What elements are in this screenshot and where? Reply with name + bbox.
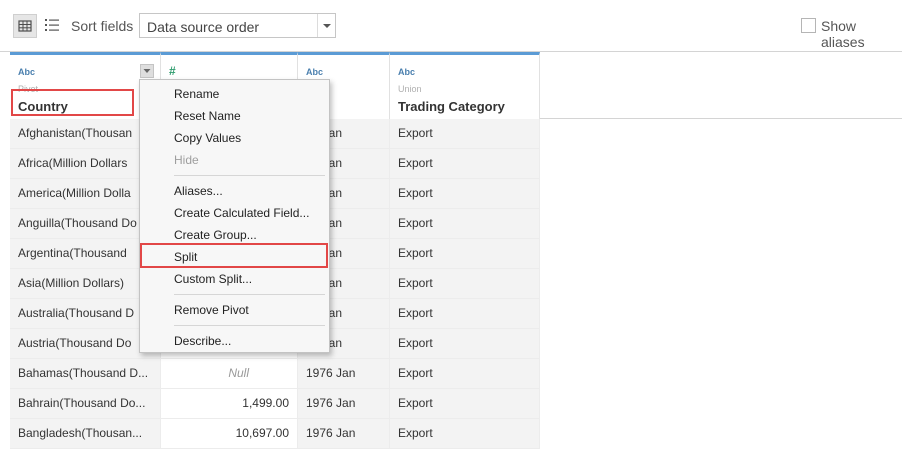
menu-item-reset-name[interactable]: Reset Name — [174, 109, 241, 123]
menu-item-describe[interactable]: Describe... — [174, 334, 231, 348]
category-cell: Export — [390, 359, 540, 389]
category-cell: Export — [390, 389, 540, 419]
category-cell: Export — [390, 239, 540, 269]
date-cell: 1976 Jan — [298, 389, 390, 419]
category-cell: Export — [390, 419, 540, 449]
table-row[interactable]: Bangladesh(Thousan... 10,697.00 1976 Jan… — [10, 419, 902, 449]
menu-item-aliases[interactable]: Aliases... — [174, 184, 223, 198]
date-cell: 1976 Jan — [298, 419, 390, 449]
chevron-down-icon — [317, 14, 335, 37]
toolbar: Sort fields Data source order Show alias… — [0, 0, 902, 52]
table-row[interactable]: Bahrain(Thousand Do... 1,499.00 1976 Jan… — [10, 389, 902, 419]
category-cell: Export — [390, 179, 540, 209]
sort-fields-label: Sort fields — [71, 18, 134, 34]
number-type-icon: # — [169, 64, 176, 78]
menu-separator — [174, 175, 325, 176]
split-item-highlight — [140, 243, 328, 268]
menu-item-create-group[interactable]: Create Group... — [174, 228, 257, 242]
sort-fields-value: Data source order — [147, 19, 260, 35]
table-row[interactable]: Bahamas(Thousand D... Null 1976 Jan Expo… — [10, 359, 902, 389]
category-cell: Export — [390, 119, 540, 149]
string-type-icon: Abc — [398, 67, 416, 77]
country-cell: Bahamas(Thousand D... — [10, 359, 161, 389]
category-cell: Export — [390, 209, 540, 239]
grid-icon — [18, 20, 32, 32]
list-icon — [45, 19, 59, 31]
country-cell: Bangladesh(Thousan... — [10, 419, 161, 449]
category-cell: Export — [390, 149, 540, 179]
column-context-menu: Rename Reset Name Copy Values Hide Alias… — [139, 79, 330, 353]
show-aliases-label[interactable]: Show aliases — [821, 18, 902, 50]
date-cell: 1976 Jan — [298, 359, 390, 389]
menu-item-hide: Hide — [174, 153, 199, 167]
value-cell-null: Null — [161, 359, 298, 389]
string-type-icon: Abc — [18, 67, 36, 77]
menu-item-create-calculated-field[interactable]: Create Calculated Field... — [174, 206, 309, 220]
menu-item-copy-values[interactable]: Copy Values — [174, 131, 241, 145]
category-cell: Export — [390, 269, 540, 299]
list-view-button[interactable] — [44, 17, 60, 33]
chevron-down-icon — [143, 69, 151, 73]
country-cell: Bahrain(Thousand Do... — [10, 389, 161, 419]
column-dropdown-button[interactable] — [140, 64, 154, 78]
grid-view-button[interactable] — [13, 14, 37, 38]
sort-fields-select[interactable]: Data source order — [139, 13, 336, 38]
column-header-trading-category[interactable]: Abc Union Trading Category — [390, 52, 540, 119]
country-header-highlight — [11, 89, 134, 116]
menu-item-remove-pivot[interactable]: Remove Pivot — [174, 303, 249, 317]
category-cell: Export — [390, 299, 540, 329]
menu-separator — [174, 294, 325, 295]
category-cell: Export — [390, 329, 540, 359]
column-name: Trading Category — [398, 99, 505, 114]
menu-item-rename[interactable]: Rename — [174, 87, 219, 101]
menu-separator — [174, 325, 325, 326]
value-cell: 10,697.00 — [161, 419, 298, 449]
menu-item-custom-split[interactable]: Custom Split... — [174, 272, 252, 286]
value-cell: 1,499.00 — [161, 389, 298, 419]
column-source-label: Union — [398, 84, 422, 94]
string-type-icon: Abc — [306, 67, 324, 77]
show-aliases-checkbox[interactable] — [801, 18, 816, 33]
